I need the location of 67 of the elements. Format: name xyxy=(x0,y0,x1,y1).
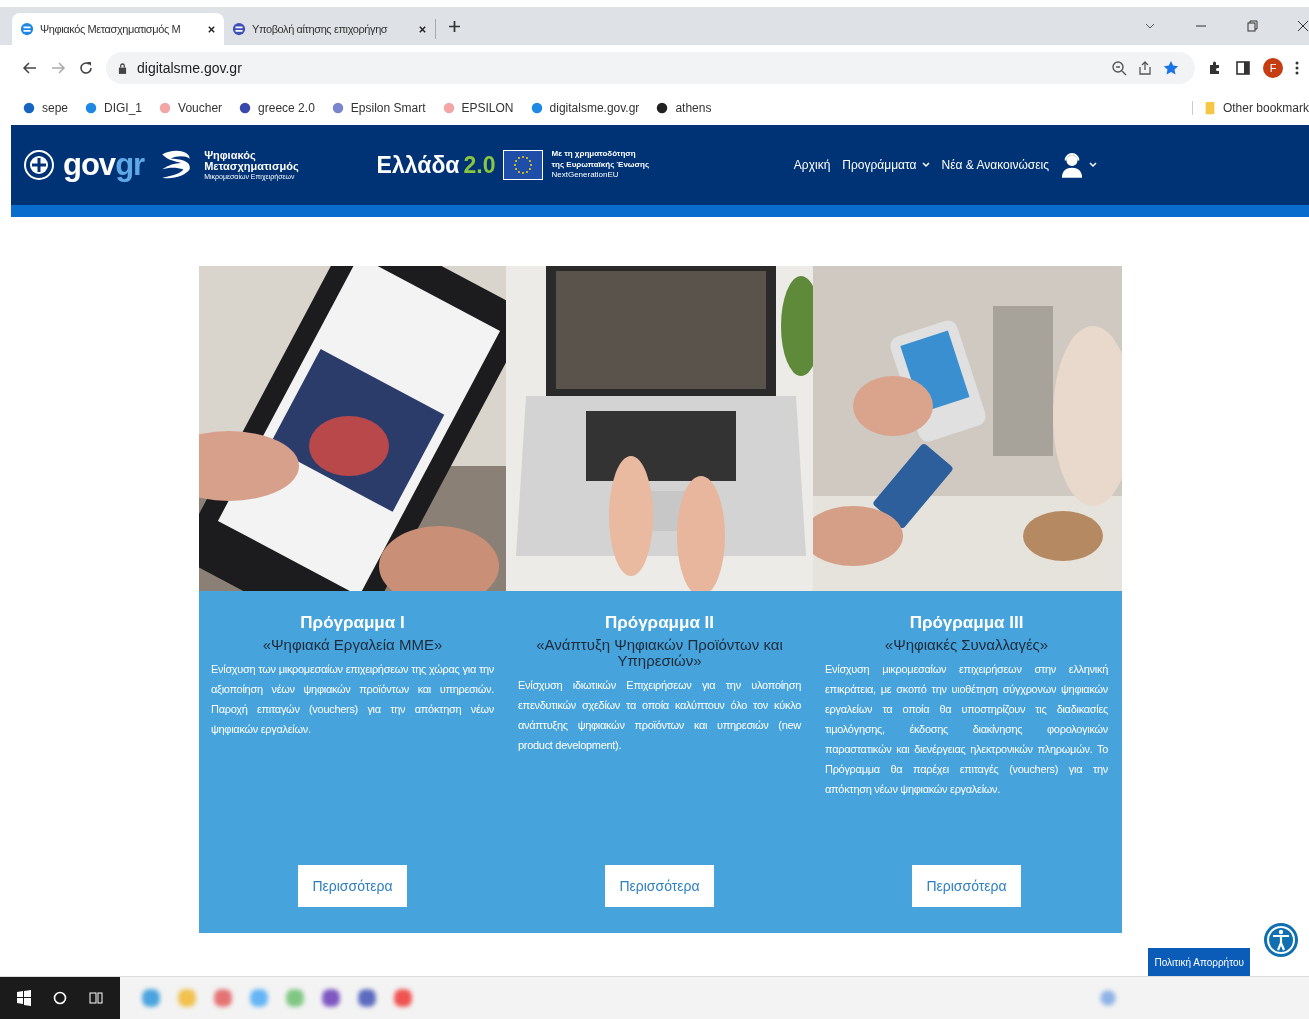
nav-link[interactable]: Νέα & Ανακοινώσεις xyxy=(941,158,1049,172)
side-panel-icon[interactable] xyxy=(1235,60,1251,76)
bookmark-favicon-icon xyxy=(529,101,544,115)
other-bookmarks[interactable]: Other bookmark xyxy=(1191,101,1309,115)
bookmark-favicon-icon xyxy=(441,101,456,115)
bookmark-item[interactable]: athens xyxy=(655,101,712,115)
share-icon[interactable] xyxy=(1137,60,1153,76)
bookmark-item[interactable]: sepe xyxy=(22,101,69,115)
program-subtitle: «Ψηφιακές Συναλλαγές» xyxy=(884,637,1049,653)
bookmark-item[interactable]: EPSILON xyxy=(441,101,514,115)
profile-avatar[interactable]: F xyxy=(1263,58,1283,78)
reload-icon[interactable] xyxy=(78,60,94,76)
bookmark-item[interactable]: Epsilon Smart xyxy=(330,101,426,115)
bookmark-item[interactable]: Voucher xyxy=(158,101,223,115)
task-view-icon[interactable] xyxy=(88,990,104,1006)
program-title: Πρόγραμμα III xyxy=(909,613,1024,633)
lock-icon xyxy=(118,62,127,74)
bookmark-favicon-icon xyxy=(158,101,173,115)
taskbar-app-icon[interactable] xyxy=(356,987,378,1009)
taskbar-app-icon[interactable] xyxy=(212,987,234,1009)
taskbar-app-icon[interactable] xyxy=(320,987,342,1009)
tab-favicon-icon xyxy=(20,22,34,36)
new-tab-icon[interactable] xyxy=(448,20,461,33)
program-subtitle: «Ψηφιακά Εργαλεία ΜΜΕ» xyxy=(262,637,443,653)
bookmark-favicon-icon xyxy=(22,101,36,115)
more-button[interactable]: Περισσότερα xyxy=(912,865,1021,907)
menu-icon[interactable] xyxy=(1295,60,1299,76)
back-icon[interactable] xyxy=(22,60,38,76)
bookmark-favicon-icon xyxy=(330,101,345,115)
user-menu[interactable] xyxy=(1061,152,1097,178)
program-title: Πρόγραμμα I xyxy=(300,613,405,633)
program-description: Ενίσχυση μικρομεσαίων επιχειρήσεων στην ελληνική επικράτεια, με σκοπό την υιοθέτηση σύγχρονων ψηφιακών εργαλείων τα οποία θα υποστηρίζουν τις διαδικασίες τιμολόγησης, έκδοσης διακίνησης φορολογικών παραστατικών και διενέργειας ηλεκτρονικών πληρωμών. Το Πρόγραμμα θα παρέχει επιταγές (vouchers) για την απόκτηση νέων ψηφιακών εργαλείων. xyxy=(825,661,1108,797)
close-tab-icon[interactable] xyxy=(207,24,216,34)
zoom-out-icon[interactable] xyxy=(1111,60,1127,76)
bookmark-favicon-icon xyxy=(84,101,99,115)
eu-flag-icon xyxy=(503,149,544,181)
bookmark-item[interactable]: DIGI_1 xyxy=(84,101,143,115)
nav-link[interactable]: Αρχική xyxy=(793,158,831,172)
greece-logo: Ελλάδα 2.0 xyxy=(376,151,496,179)
caret-icon xyxy=(1089,162,1097,168)
program-title: Πρόγραμμα II xyxy=(605,613,714,633)
eu-funding-text: Με τη χρηματοδότηση της Ευρωπαϊκής Ένωσης NextGenerationEU xyxy=(551,149,650,181)
address-bar[interactable]: digitalsme.gov.gr xyxy=(106,52,1195,84)
user-headset-icon xyxy=(1061,152,1083,178)
taskbar-app-icon[interactable] xyxy=(392,987,414,1009)
windows-start-icon[interactable] xyxy=(16,990,32,1006)
more-button[interactable]: Περισσότερα xyxy=(298,865,407,907)
browser-tab[interactable]: Ψηφιακός Μετασχηματισμός Μ xyxy=(12,13,224,45)
close-window-icon[interactable] xyxy=(1297,20,1309,32)
bookmark-favicon-icon xyxy=(655,101,670,115)
bookmark-item[interactable]: digitalsme.gov.gr xyxy=(529,101,640,115)
more-button[interactable]: Περισσότερα xyxy=(605,865,714,907)
search-icon[interactable] xyxy=(52,990,68,1006)
tab-favicon-icon xyxy=(232,22,246,36)
bookmark-star-icon[interactable] xyxy=(1163,60,1179,76)
bookmark-item[interactable]: greece 2.0 xyxy=(238,101,315,115)
restore-icon[interactable] xyxy=(1246,20,1258,32)
program-description: Ενίσχυση ιδιωτικών Επιχειρήσεων για την υλοποίηση επενδυτικών σχεδίων τα οποία καλύπτουν όλο τον κύκλο ανάπτυξης ψηφιακών προϊόντων και υπηρεσιών (new product development). xyxy=(518,677,801,753)
govgr-logo[interactable]: govgr xyxy=(63,147,145,183)
emblem-icon xyxy=(23,149,55,181)
program-description: Ενίσχυση των μικρομεσαίων επιχειρήσεων της χώρας για την αξιοποίηση νέων ψηφιακών προϊόντων και υπηρεσιών. Παροχή επιταγών (vouchers) για την απόκτηση νέων ψηφιακών εργαλείων. xyxy=(211,661,494,737)
bookmark-favicon-icon xyxy=(238,101,253,115)
browser-tab[interactable]: Υποβολή αίτησης επιχορήγησ xyxy=(224,19,436,39)
close-tab-icon[interactable] xyxy=(418,24,427,34)
nav-link[interactable]: Προγράμματα xyxy=(842,158,930,172)
program-subtitle: «Ανάπτυξη Ψηφιακών Προϊόντων και Υπηρεσιών» xyxy=(535,637,784,669)
privacy-policy-button[interactable]: Πολιτική Απορρήτου xyxy=(1148,948,1250,976)
